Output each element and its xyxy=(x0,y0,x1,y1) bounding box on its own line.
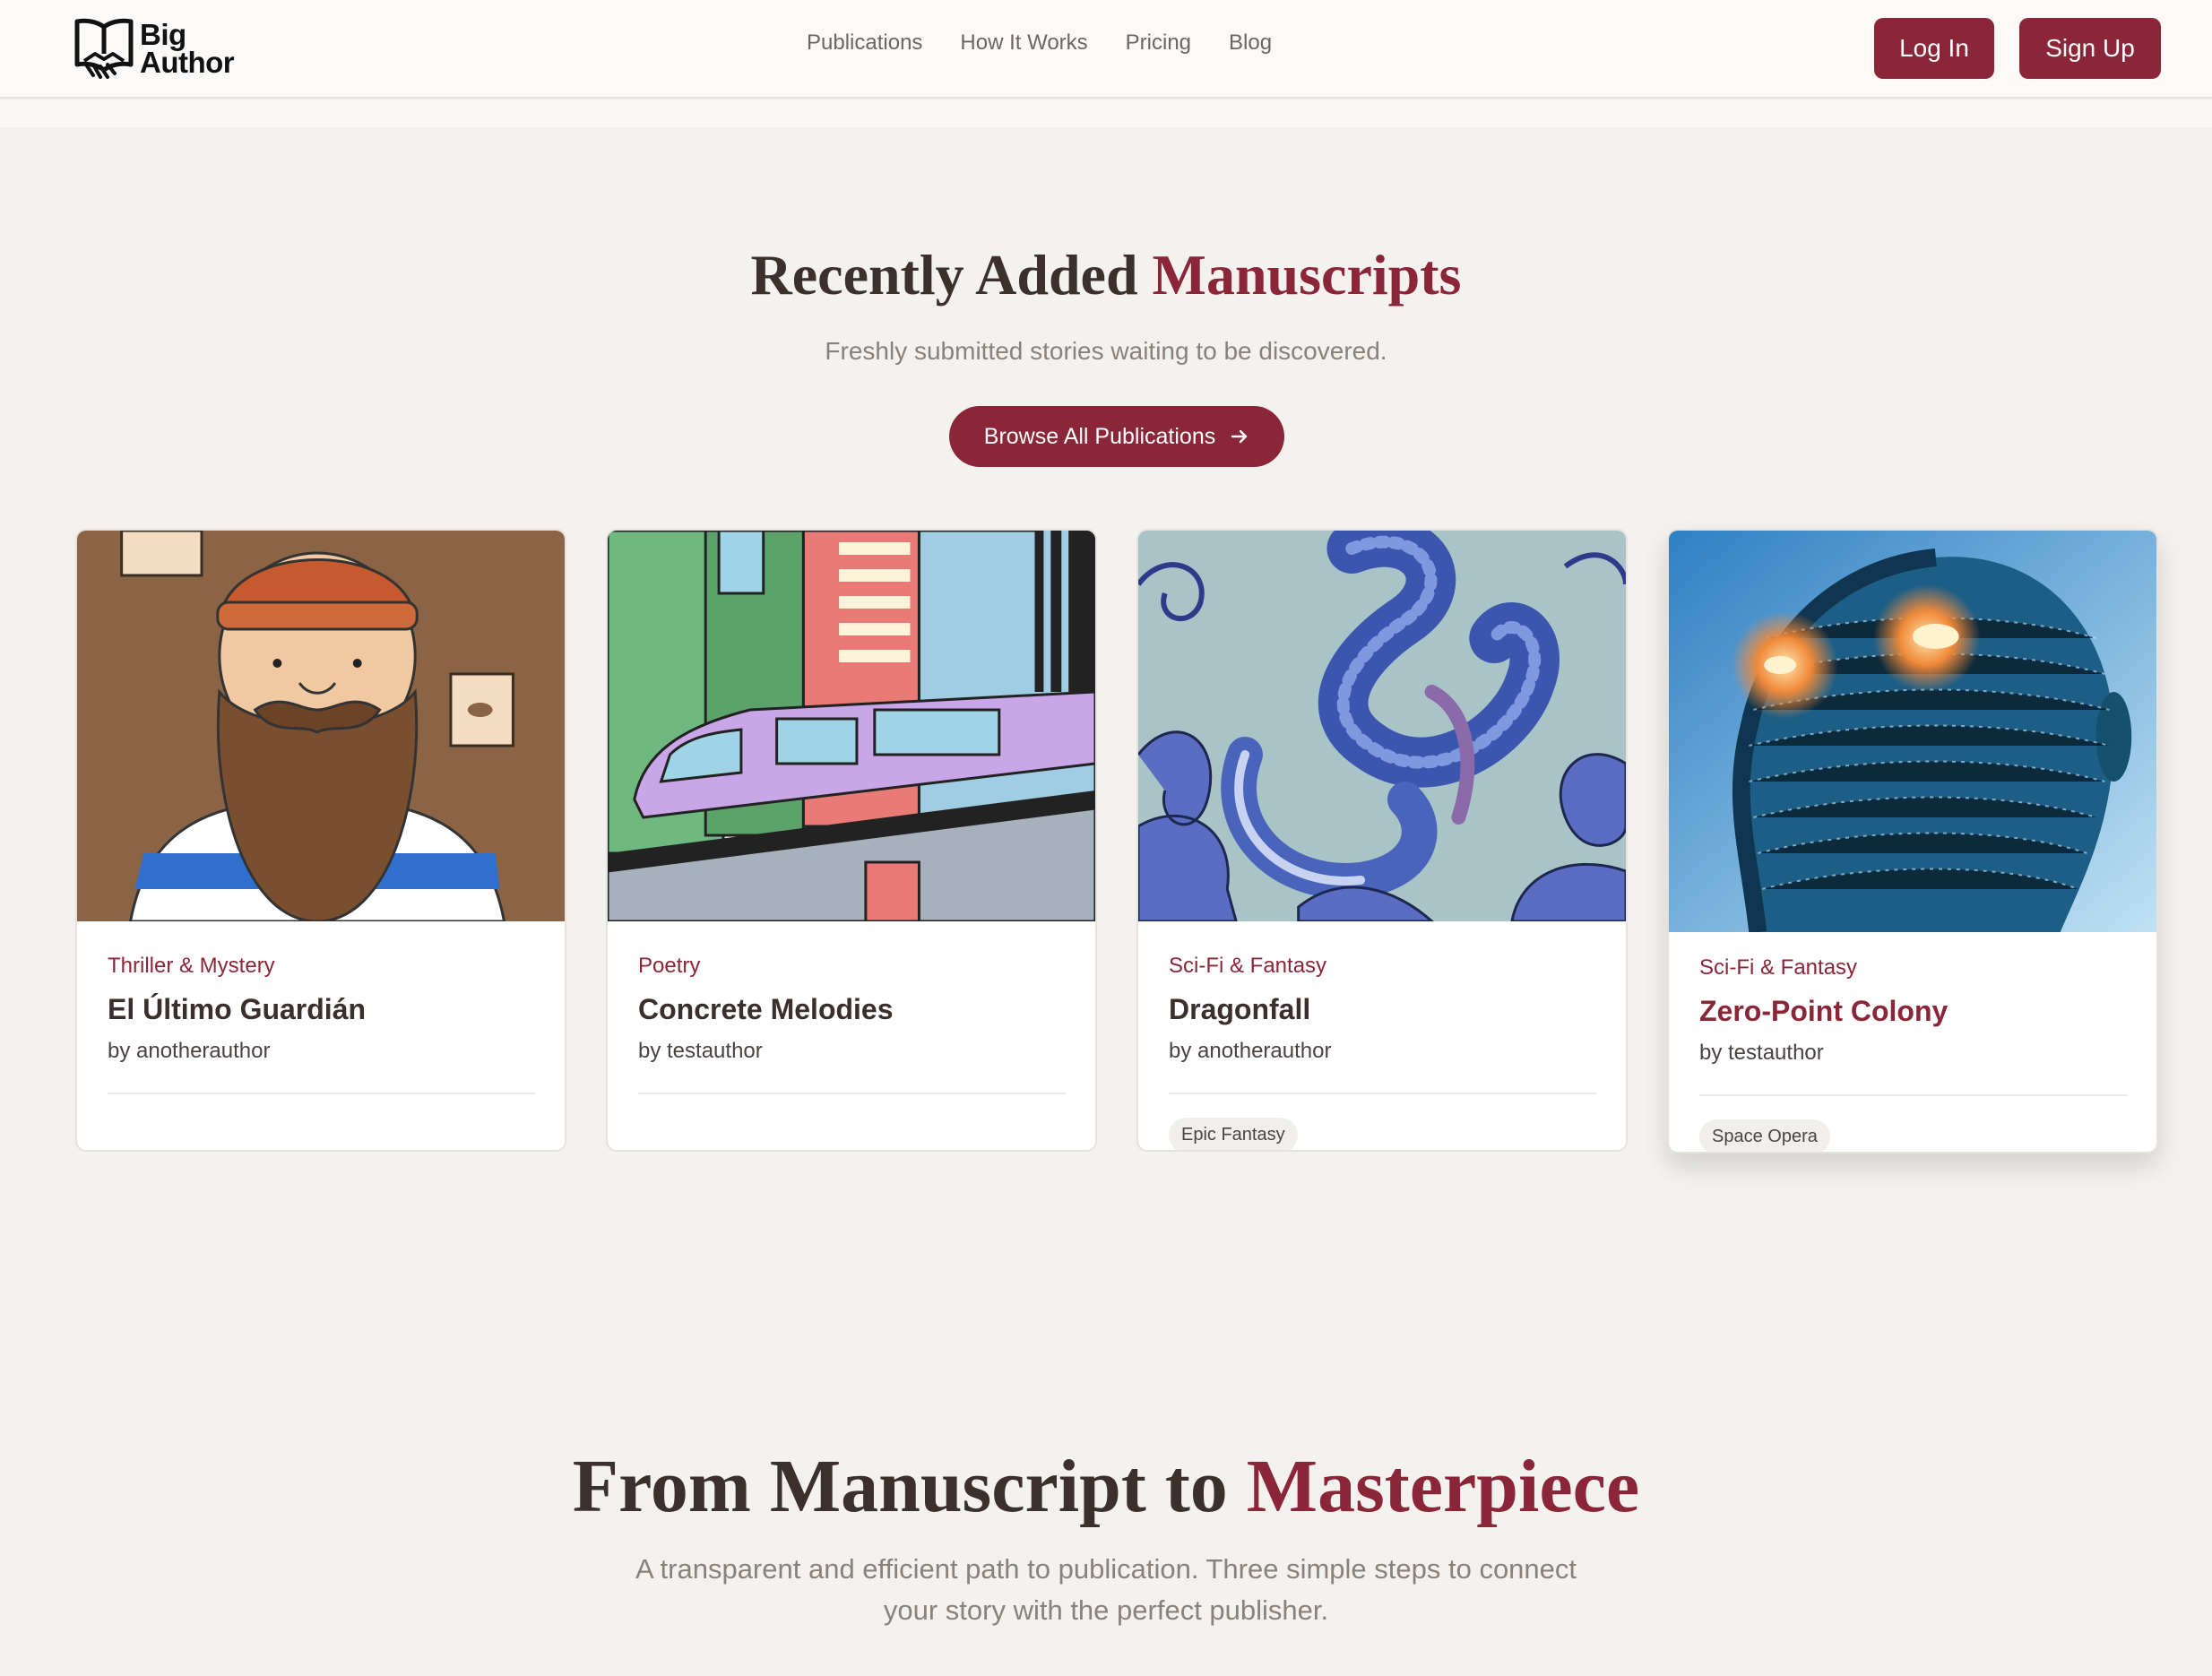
genre-tag[interactable]: Epic Fantasy xyxy=(1169,1118,1298,1150)
login-button[interactable]: Log In xyxy=(1874,18,1994,79)
how-subtitle: A transparent and efficient path to publ… xyxy=(574,1549,1638,1631)
card-body: Sci-Fi & Fantasy Zero-Point Colony by te… xyxy=(1669,932,2156,1152)
card-tags: Epic Fantasy xyxy=(1169,1094,1597,1150)
cover-image-digital-head xyxy=(1669,531,2156,932)
nav-how-it-works[interactable]: How It Works xyxy=(960,30,1087,56)
brand-name-line1: Big xyxy=(140,18,186,51)
card-genre: Sci-Fi & Fantasy xyxy=(1169,954,1327,978)
main-nav: Publications How It Works Pricing Blog xyxy=(807,30,1272,56)
card-tags xyxy=(638,1094,1067,1150)
nav-blog[interactable]: Blog xyxy=(1229,30,1272,56)
card-author: by anotherauthor xyxy=(108,1039,271,1063)
card-body: Thriller & Mystery El Último Guardián by… xyxy=(77,921,565,1150)
how-title-plain: From Manuscript to xyxy=(572,1445,1228,1528)
card-body: Sci-Fi & Fantasy Dragonfall by anotherau… xyxy=(1138,921,1626,1150)
card-genre: Thriller & Mystery xyxy=(108,954,275,978)
browse-all-button[interactable]: Browse All Publications xyxy=(949,406,1284,467)
browse-all-label: Browse All Publications xyxy=(983,423,1216,449)
brand-wordmark: Big Author xyxy=(140,18,235,79)
manuscript-card[interactable]: Sci-Fi & Fantasy Zero-Point Colony by te… xyxy=(1667,529,2158,1153)
header-spacer xyxy=(0,100,2212,127)
card-tags xyxy=(108,1094,536,1150)
how-section-title: From Manuscript to Masterpiece xyxy=(0,1443,2212,1530)
card-genre: Poetry xyxy=(638,954,701,978)
manuscript-card[interactable]: Poetry Concrete Melodies by testauthor xyxy=(606,529,1097,1152)
recent-title-plain: Recently Added xyxy=(750,243,1138,307)
how-title-accent: Masterpiece xyxy=(1246,1445,1640,1528)
card-title[interactable]: Concrete Melodies xyxy=(638,993,1067,1026)
card-title[interactable]: Zero-Point Colony xyxy=(1699,995,2128,1028)
manuscript-card[interactable]: Sci-Fi & Fantasy Dragonfall by anotherau… xyxy=(1136,529,1628,1152)
card-author: by testauthor xyxy=(638,1039,763,1063)
card-author: by anotherauthor xyxy=(1169,1039,1332,1063)
brand-name-line2: Author xyxy=(140,46,235,79)
card-author: by testauthor xyxy=(1699,1041,1824,1065)
site-header: Big Author Publications How It Works Pri… xyxy=(0,0,2212,99)
cover-image-city-train xyxy=(608,531,1095,921)
card-tags: Space Opera xyxy=(1699,1096,2128,1152)
genre-tag[interactable]: Space Opera xyxy=(1699,1119,1830,1152)
recent-title-accent: Manuscripts xyxy=(1152,243,1462,307)
brand-logo[interactable]: Big Author xyxy=(73,14,235,82)
nav-publications[interactable]: Publications xyxy=(807,30,922,56)
card-body: Poetry Concrete Melodies by testauthor xyxy=(608,921,1095,1150)
cover-image-bearded-man xyxy=(77,531,565,921)
how-subtitle-line2: your story with the perfect publisher. xyxy=(883,1594,1329,1626)
how-subtitle-line1: A transparent and efficient path to publ… xyxy=(635,1553,1577,1585)
card-genre: Sci-Fi & Fantasy xyxy=(1699,955,1858,980)
arrow-right-icon xyxy=(1231,429,1248,444)
recent-subtitle: Freshly submitted stories waiting to be … xyxy=(825,337,1387,365)
book-handshake-icon xyxy=(74,18,134,79)
recent-section-title: Recently Added Manuscripts xyxy=(0,242,2212,308)
cover-image-dragon xyxy=(1138,531,1626,921)
page: Big Author Publications How It Works Pri… xyxy=(0,0,2212,1676)
card-title[interactable]: El Último Guardián xyxy=(108,993,536,1026)
card-title[interactable]: Dragonfall xyxy=(1169,993,1597,1026)
signup-button[interactable]: Sign Up xyxy=(2019,18,2161,79)
manuscript-card[interactable]: Thriller & Mystery El Último Guardián by… xyxy=(75,529,566,1152)
nav-pricing[interactable]: Pricing xyxy=(1126,30,1191,56)
